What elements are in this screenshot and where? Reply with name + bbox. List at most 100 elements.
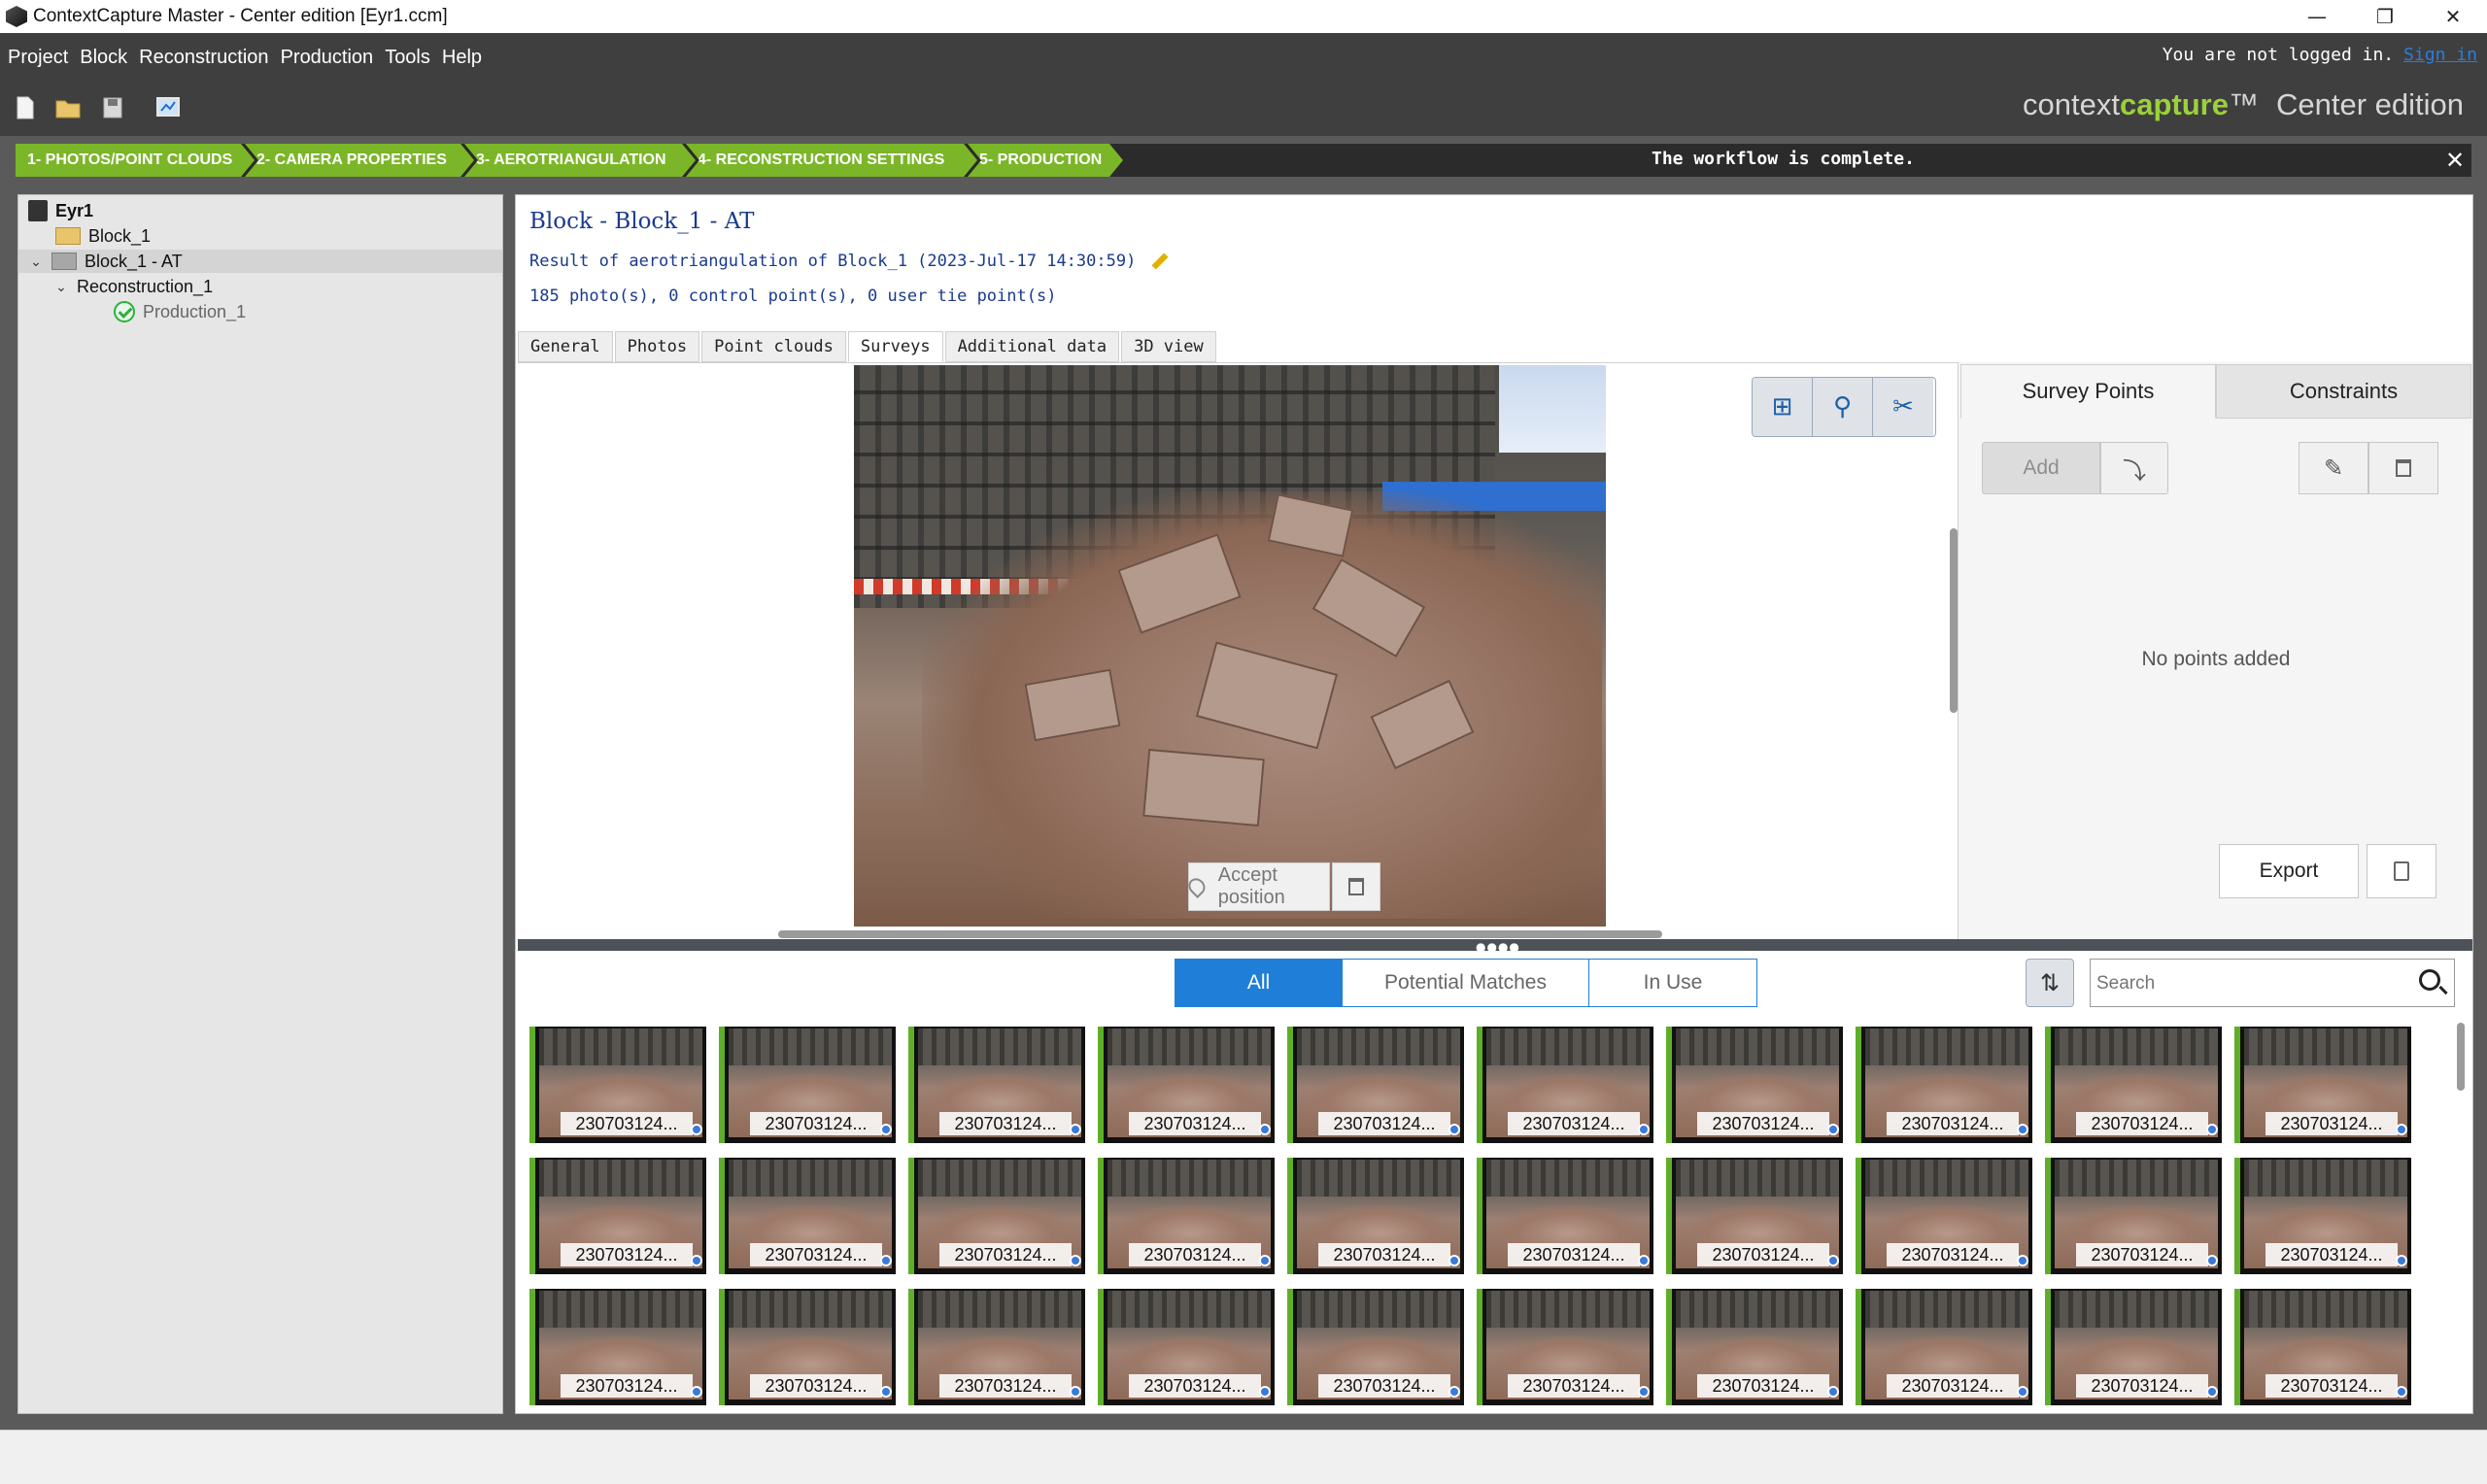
menu-project[interactable]: Project (8, 47, 68, 69)
sign-in-link[interactable]: Sign in (2403, 45, 2477, 65)
location-marker-icon (691, 1124, 702, 1135)
workflow-step-photos[interactable]: 1- PHOTOS/POINT CLOUDS (16, 144, 255, 177)
photo-thumbnail[interactable]: 230703124... (1098, 1158, 1275, 1274)
tree-item-project[interactable]: Eyr1 (28, 199, 93, 222)
new-project-icon[interactable] (14, 95, 37, 120)
tree-item-block[interactable]: Block_1 (55, 224, 151, 248)
filter-in-use[interactable]: In Use (1589, 960, 1756, 1006)
thumbnail-label: 230703124... (939, 1112, 1072, 1135)
fit-view-icon[interactable]: ⊞ (1753, 378, 1813, 436)
workflow-step-production[interactable]: 5- PRODUCTION (968, 144, 1123, 177)
photo-thumbnail[interactable]: 230703124... (1477, 1289, 1653, 1405)
photo-thumbnail[interactable]: 230703124... (908, 1289, 1085, 1405)
edit-point-icon[interactable]: ✎ (2299, 442, 2368, 494)
menu-production[interactable]: Production (281, 47, 374, 69)
location-marker-icon (2206, 1124, 2218, 1135)
location-marker-icon (2396, 1386, 2407, 1398)
tree-item-block-at[interactable]: ⌄ Block_1 - AT (18, 250, 502, 273)
menu-help[interactable]: Help (442, 47, 482, 69)
thumbnail-label: 230703124... (1887, 1112, 2019, 1135)
photo-thumbnail[interactable]: 230703124... (1666, 1158, 1843, 1274)
delete-point-button[interactable] (2368, 442, 2438, 494)
cut-icon[interactable]: ✂ (1873, 378, 1933, 436)
photo-thumbnail[interactable]: 230703124... (2234, 1027, 2411, 1143)
photo-thumbnail[interactable]: 230703124... (1666, 1027, 1843, 1143)
delete-position-button[interactable] (1332, 862, 1380, 911)
chevron-down-icon[interactable]: ⌄ (51, 279, 71, 295)
tab-constraints[interactable]: Constraints (2216, 364, 2471, 419)
import-points-icon[interactable]: ⤵ (2100, 442, 2168, 494)
job-monitor-icon[interactable] (155, 95, 181, 120)
filter-potential-matches[interactable]: Potential Matches (1343, 960, 1589, 1006)
photo-thumbnail[interactable]: 230703124... (1477, 1158, 1653, 1274)
window-title: ContextCapture Master - Center edition [… (33, 6, 448, 26)
photo-thumbnail[interactable]: 230703124... (529, 1027, 706, 1143)
menu-reconstruction[interactable]: Reconstruction (139, 47, 268, 69)
tab-survey-points[interactable]: Survey Points (1960, 364, 2216, 419)
thumbnail-label: 230703124... (1887, 1374, 2019, 1398)
add-point-button[interactable]: Add (1982, 442, 2100, 494)
photo-thumbnail[interactable]: 230703124... (1666, 1289, 1843, 1405)
photo-thumbnail[interactable]: 230703124... (1856, 1158, 2032, 1274)
photo-thumbnail[interactable]: 230703124... (1856, 1027, 2032, 1143)
minimize-button[interactable]: — (2283, 0, 2351, 33)
clipboard-button[interactable] (2367, 844, 2436, 898)
tab-additional-data[interactable]: Additional data (944, 331, 1120, 362)
filter-all[interactable]: All (1175, 960, 1343, 1006)
photo-thumbnail[interactable]: 230703124... (2045, 1158, 2222, 1274)
photo-thumbnail[interactable]: 230703124... (529, 1158, 706, 1274)
viewer-vertical-scrollbar[interactable] (1950, 528, 1958, 713)
close-icon[interactable]: ✕ (2438, 144, 2471, 177)
survey-photo[interactable] (854, 365, 1606, 927)
tab-photos[interactable]: Photos (614, 331, 700, 362)
export-button[interactable]: Export (2219, 844, 2359, 898)
tab-3d-view[interactable]: 3D view (1121, 331, 1216, 362)
photo-thumbnail[interactable]: 230703124... (1098, 1027, 1275, 1143)
workflow-step-aerotriangulation[interactable]: 3- AEROTRIANGULATION (464, 144, 696, 177)
workflow-step-camera[interactable]: 2- CAMERA PROPERTIES (245, 144, 474, 177)
workflow-step-reconstruction[interactable]: 4- RECONSTRUCTION SETTINGS (686, 144, 977, 177)
edit-pencil-icon[interactable] (1151, 253, 1169, 270)
chevron-down-icon[interactable]: ⌄ (26, 253, 46, 270)
thumbnail-scrollbar[interactable] (2457, 1023, 2465, 1091)
photo-thumbnail[interactable]: 230703124... (1287, 1158, 1464, 1274)
viewer-horizontal-scrollbar[interactable] (778, 930, 1662, 938)
photo-thumbnail[interactable]: 230703124... (1477, 1027, 1653, 1143)
photo-thumbnail[interactable]: 230703124... (529, 1289, 706, 1405)
accept-position-button[interactable]: Accept position (1184, 862, 1330, 911)
open-project-icon[interactable] (54, 95, 82, 120)
menu-block[interactable]: Block (80, 47, 127, 69)
photo-thumbnail[interactable]: 230703124... (2045, 1289, 2222, 1405)
tree-item-production[interactable]: Production_1 (114, 300, 246, 323)
tab-point-clouds[interactable]: Point clouds (701, 331, 846, 362)
panel-splitter[interactable]: ●●●● (518, 939, 2472, 954)
tab-general[interactable]: General (518, 331, 613, 362)
close-window-button[interactable]: ✕ (2419, 0, 2487, 33)
save-project-icon[interactable] (101, 95, 124, 120)
photo-thumbnail[interactable]: 230703124... (1287, 1289, 1464, 1405)
location-marker-icon (1448, 1386, 1460, 1398)
photo-thumbnail[interactable]: 230703124... (1098, 1289, 1275, 1405)
photo-thumbnail[interactable]: 230703124... (719, 1027, 896, 1143)
search-icon[interactable] (2419, 969, 2440, 991)
location-marker-icon (1638, 1386, 1650, 1398)
show-points-icon[interactable]: ⚲ (1813, 378, 1873, 436)
photo-thumbnail[interactable]: 230703124... (2234, 1289, 2411, 1405)
photo-thumbnail[interactable]: 230703124... (908, 1027, 1085, 1143)
photo-thumbnail[interactable]: 230703124... (2234, 1158, 2411, 1274)
location-marker-icon (1827, 1255, 1839, 1266)
thumbnail-label: 230703124... (1697, 1112, 1829, 1135)
tab-surveys[interactable]: Surveys (847, 331, 943, 362)
tree-item-reconstruction[interactable]: ⌄ Reconstruction_1 (51, 275, 213, 298)
photo-thumbnail[interactable]: 230703124... (719, 1289, 896, 1405)
photo-thumbnail[interactable]: 230703124... (908, 1158, 1085, 1274)
menu-tools[interactable]: Tools (385, 47, 430, 69)
photo-thumbnail[interactable]: 230703124... (1856, 1289, 2032, 1405)
restore-button[interactable]: ❐ (2351, 0, 2419, 33)
photo-thumbnail[interactable]: 230703124... (2045, 1027, 2222, 1143)
search-input[interactable] (2096, 969, 2388, 998)
photo-thumbnail[interactable]: 230703124... (1287, 1027, 1464, 1143)
photo-thumbnail[interactable]: 230703124... (719, 1158, 896, 1274)
thumbnail-label: 230703124... (2266, 1112, 2398, 1135)
sort-icon[interactable]: ⇅ (2026, 959, 2074, 1007)
